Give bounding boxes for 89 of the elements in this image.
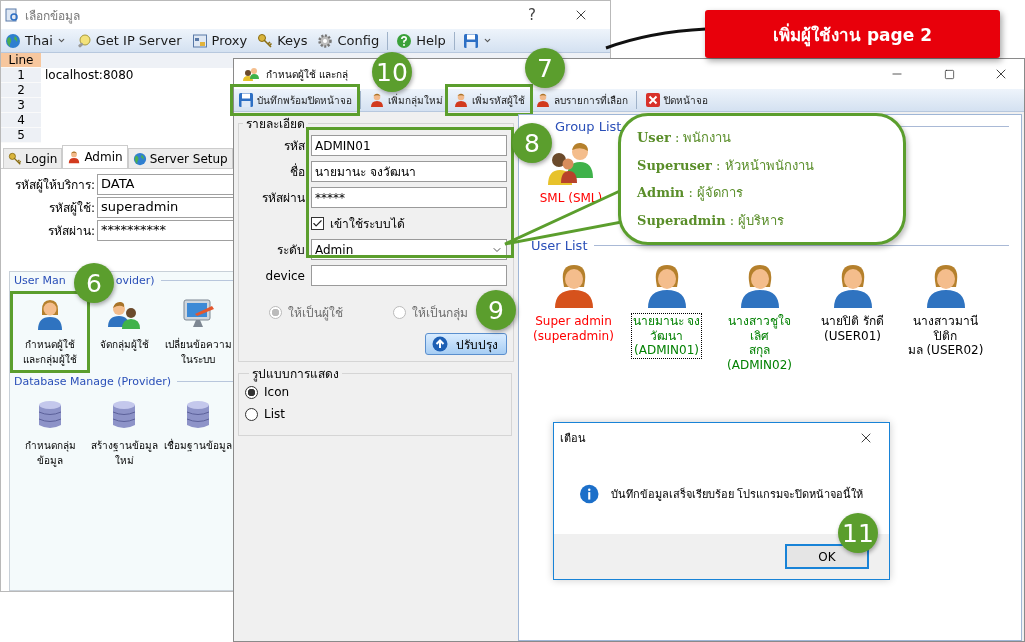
field-label: รหัสผ่าน: — [46, 223, 96, 240]
arrow-up-icon — [432, 336, 448, 352]
dialog-message: บันทึกข้อมูลเสร็จเรียบร้อย โปรแกรมจะปิดหน้าจอนี้ให้ — [610, 486, 863, 503]
toolbar-button[interactable]: เพิ่มกลุ่มใหม่ — [367, 90, 445, 110]
group-title: User Man — [14, 274, 66, 287]
user-name[interactable]: นางสาวมานี ปิติก มล (USER02) — [903, 313, 988, 359]
toolbar-button[interactable]: ลบรายการที่เลือก — [533, 90, 630, 110]
people-icon — [242, 67, 260, 81]
person-icon — [67, 150, 82, 164]
group-title: Group List — [555, 119, 622, 134]
ok-button[interactable]: OK — [785, 544, 869, 569]
user-name[interactable]: นายมานะ จง วัฒนา (ADMIN01) — [630, 313, 703, 359]
input-field[interactable]: นายมานะ จงวัฒนา — [311, 161, 507, 182]
legend-text: Admin : ผู้จัดการ — [637, 184, 744, 203]
help-button[interactable]: ? — [512, 5, 552, 25]
tab[interactable]: Login — [3, 148, 63, 168]
field-label: รหัสผ่าน — [261, 190, 305, 207]
toolbar-button[interactable]: บันทึกพร้อมปิดหน้าจอ — [236, 90, 354, 110]
help-icon — [396, 32, 413, 49]
window-title: กำหนดผู้ใช้ และกลุ่ — [266, 67, 349, 82]
key-icon — [257, 32, 274, 49]
input-field[interactable] — [311, 265, 507, 286]
group-title: รายละเอียด — [245, 116, 306, 133]
line-number: 3 — [1, 98, 41, 113]
user-name[interactable]: นายปิติ รักดี (USER01) — [819, 313, 886, 345]
legend-text: Superadmin : ผู้บริหาร — [637, 211, 786, 231]
toolbar-button[interactable]: Config — [315, 29, 382, 52]
toolbar-button[interactable]: เพิ่มรหัสผู้ใช้ — [451, 90, 527, 110]
close-icon — [645, 92, 661, 108]
input-field[interactable]: ADMIN01 — [311, 135, 507, 156]
people-icon — [546, 140, 596, 186]
caret-icon — [482, 36, 492, 45]
radio-button[interactable] — [245, 407, 258, 421]
legend-text: Superuser : หัวหน้าพนักงาน — [637, 156, 815, 175]
globe-icon — [5, 32, 21, 49]
maximize-icon — [943, 68, 955, 80]
gear-icon — [317, 32, 334, 49]
column-header: Line — [1, 53, 41, 68]
field-label: ชื่อ — [289, 162, 305, 181]
radio-option[interactable]: Icon — [245, 385, 505, 399]
line-number: 4 — [1, 113, 41, 128]
window-title: เลือกข้อมูล — [25, 7, 80, 25]
field-label: ระดับ — [276, 242, 305, 259]
line-number: 2 — [1, 83, 41, 98]
group-title: User List — [531, 238, 588, 254]
tab[interactable]: Admin — [62, 145, 128, 168]
check-icon — [312, 218, 323, 229]
field-label: device — [264, 268, 305, 283]
radio-button[interactable] — [245, 385, 258, 399]
toolbar-button[interactable]: Keys — [255, 29, 310, 52]
legend-text: User : พนักงาน — [637, 129, 733, 148]
line-number: 5 — [1, 128, 41, 143]
person-icon — [453, 92, 469, 108]
dialog-title: เตือน — [560, 431, 587, 447]
checkbox[interactable] — [311, 217, 324, 230]
toolbar-button[interactable]: Help — [394, 29, 448, 52]
key-icon — [8, 151, 22, 166]
toolbar-button[interactable]: Thai — [3, 29, 68, 52]
toolbar-button[interactable]: Proxy — [189, 29, 250, 52]
tab[interactable]: Server Setup — [127, 148, 233, 168]
user-name[interactable]: นางสาวชูใจ เลิศ สกุล (ADMIN02) — [717, 313, 802, 373]
line-number: 1 — [1, 68, 41, 83]
field-label: รหัสผู้ให้บริการ: — [13, 177, 96, 194]
login-checkbox[interactable]: เข้าใช้ระบบได้ — [311, 214, 405, 233]
menu-item[interactable]: เปลี่ยนข้อความ ในระบบ — [162, 295, 234, 369]
caret-icon — [56, 36, 66, 45]
input-field[interactable]: ***** — [311, 187, 507, 208]
update-button[interactable]: ปรับปรุง — [425, 333, 507, 355]
group-title: Database Manage (Provider) — [14, 375, 172, 388]
window-icon — [5, 8, 19, 22]
toolbar-button[interactable]: ปิดหน้าจอ — [643, 90, 710, 110]
radio-option[interactable]: List — [245, 407, 505, 421]
globe-icon — [132, 151, 147, 166]
group-title: ovider) — [115, 274, 155, 287]
field-label: รหัสผู้ใช้: — [47, 200, 96, 217]
window-icon — [191, 32, 208, 49]
bulb-icon — [75, 32, 92, 49]
save-icon — [462, 32, 479, 49]
menu-item[interactable]: สร้างฐานข้อมูล ใหม่ — [88, 396, 160, 470]
person-icon — [369, 92, 385, 108]
field-label: รหัส — [283, 138, 305, 155]
toolbar-button[interactable]: Get IP Server — [73, 29, 184, 52]
table-cell: localhost:8080 — [45, 68, 134, 83]
menu-item[interactable]: กำหนดกลุ่ม ข้อมูล — [14, 396, 86, 470]
save-icon — [238, 92, 254, 108]
user-name[interactable]: Super admin (superadmin) — [531, 313, 616, 345]
person-icon — [535, 92, 551, 108]
title-banner: เพิ่มผู้ใช้งาน page 2 — [705, 10, 1000, 58]
group-title: รูปแบบการแสดง — [251, 366, 340, 383]
